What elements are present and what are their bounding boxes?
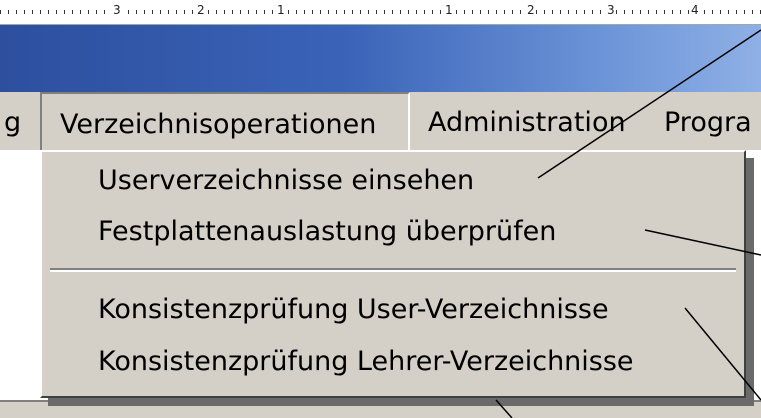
annotation-line [644, 229, 761, 256]
annotation-line [537, 29, 761, 179]
annotation-lines [495, 29, 761, 418]
annotation-line [684, 307, 761, 401]
annotation-line [495, 399, 513, 418]
